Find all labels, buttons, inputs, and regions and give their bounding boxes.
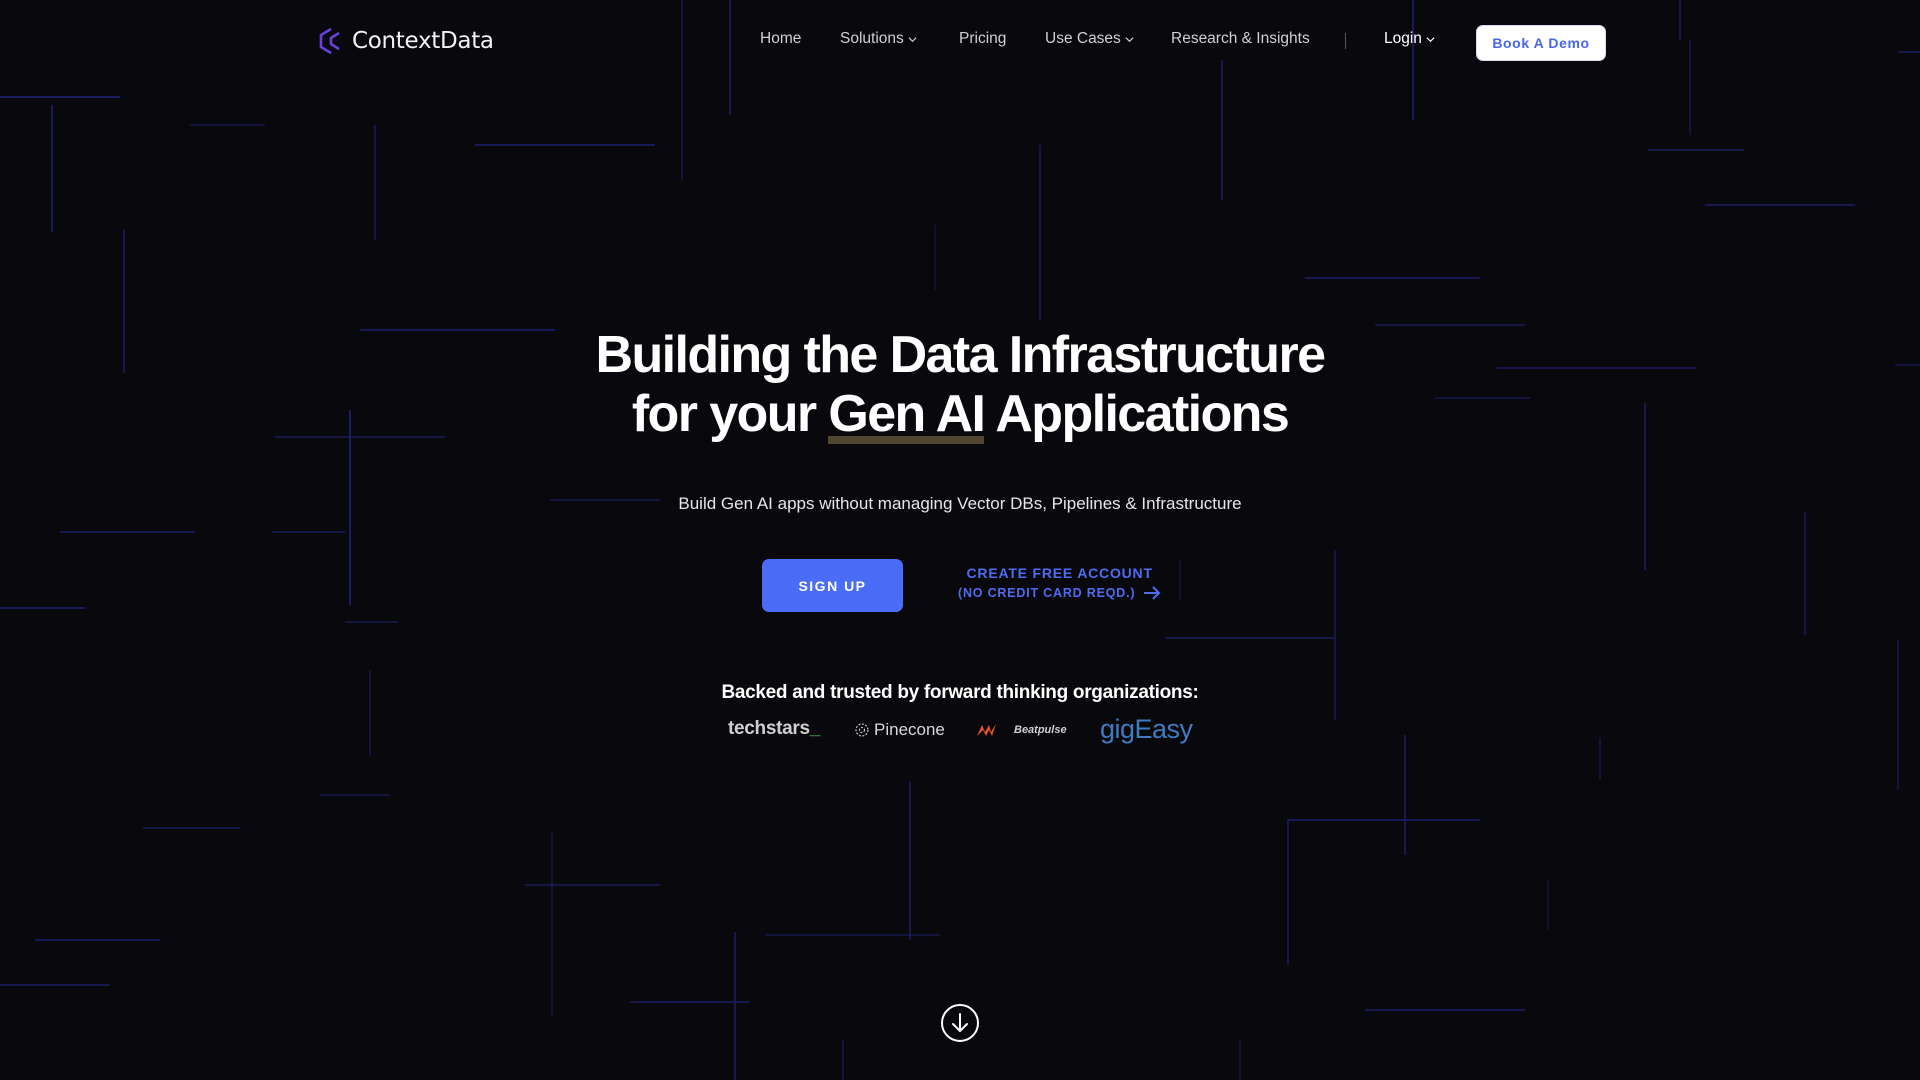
headline-highlight: Gen AI — [828, 385, 986, 444]
background-grid-lines — [0, 0, 1920, 1080]
no-credit-card-label: (NO CREDIT CARD REQD.) — [958, 586, 1136, 600]
chevron-down-icon — [1426, 36, 1435, 42]
create-account-label: CREATE FREE ACCOUNT — [966, 565, 1153, 581]
nav-item-pricing[interactable]: Pricing — [959, 30, 1006, 48]
partner-logo-pinecone: Pinecone — [854, 720, 945, 740]
partner-name: Pinecone — [874, 720, 945, 739]
nav-separator — [1345, 33, 1346, 49]
pinecone-icon — [855, 723, 869, 737]
nav-item-solutions[interactable]: Solutions — [840, 30, 917, 48]
partner-name: Beatpulse — [1014, 724, 1067, 736]
headline-line-2-pre: for your — [631, 385, 829, 443]
brand-logo[interactable]: ContextData — [318, 27, 494, 55]
create-free-account-link[interactable]: CREATE FREE ACCOUNT (NO CREDIT CARD REQD… — [958, 565, 1161, 600]
partner-logo-beatpulse: Beatpulse — [976, 723, 1067, 737]
headline-line-2-post: Applications — [984, 385, 1289, 443]
brand-name: ContextData — [352, 28, 494, 54]
nav-item-use-cases[interactable]: Use Cases — [1045, 30, 1134, 48]
hero-headline: Building the Data Infrastructure for you… — [0, 326, 1920, 444]
nav-item-label: Pricing — [959, 30, 1007, 47]
partner-name: gigEasy — [1100, 714, 1193, 744]
hero-subtitle: Build Gen AI apps without managing Vecto… — [678, 494, 1242, 513]
book-demo-button[interactable]: Book A Demo — [1476, 25, 1606, 61]
partner-logo-gigeasy: gigEasy — [1100, 714, 1193, 745]
contextdata-logo-icon — [319, 27, 340, 55]
nav-item-label: Home — [760, 30, 802, 47]
backed-by-heading: Backed and trusted by forward thinking o… — [721, 682, 1199, 703]
arrow-right-icon — [1144, 586, 1161, 600]
chevron-down-icon — [1125, 36, 1134, 42]
techstars-underscore: _ — [809, 718, 821, 739]
partner-name: techstars — [728, 718, 810, 739]
partner-logo-techstars: techstars _ — [728, 718, 820, 740]
login-dropdown[interactable]: Login — [1384, 30, 1435, 48]
top-navigation: ContextData Home Solutions Pricing Use C… — [0, 0, 1920, 84]
beatpulse-icon — [977, 724, 996, 736]
nav-item-label: Use Cases — [1045, 30, 1121, 47]
headline-line-1: Building the Data Infrastructure — [595, 326, 1326, 384]
nav-item-label: Research & Insights — [1171, 30, 1310, 47]
scroll-down-button[interactable] — [940, 1003, 980, 1043]
login-label: Login — [1384, 30, 1422, 47]
nav-item-label: Solutions — [840, 30, 904, 47]
arrow-down-circle-icon — [941, 1004, 979, 1042]
sign-up-button[interactable]: SIGN UP — [762, 559, 903, 612]
create-account-sublabel-row: (NO CREDIT CARD REQD.) — [958, 586, 1161, 600]
partner-logos: techstars _ Pinecone Beatpulse gigEasy — [0, 714, 1920, 752]
chevron-down-icon — [908, 36, 917, 42]
nav-item-home[interactable]: Home — [760, 30, 801, 48]
nav-item-research-insights[interactable]: Research & Insights — [1171, 30, 1310, 48]
